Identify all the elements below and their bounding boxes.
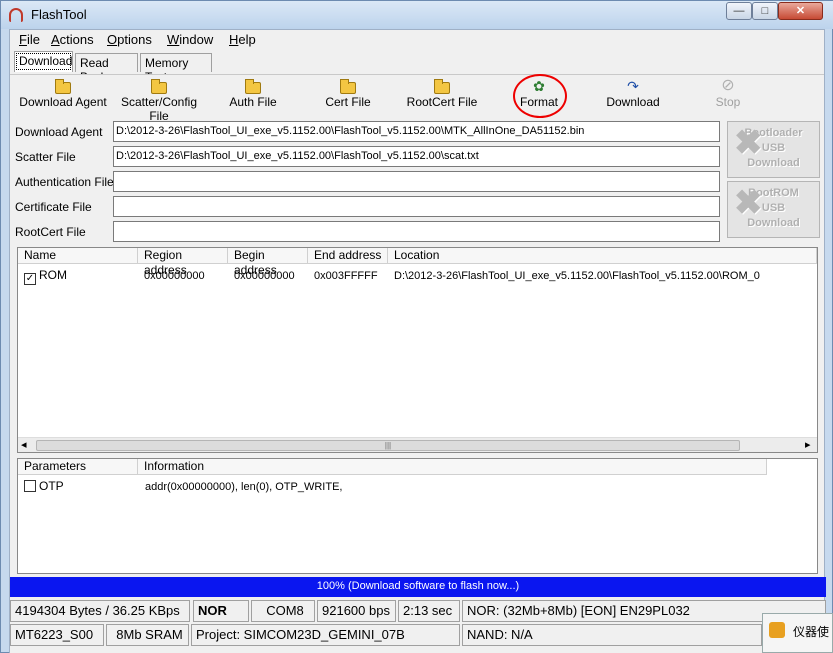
tab-strip: Download Read Back Memory Test	[10, 51, 824, 84]
cross-icon: ✖	[734, 124, 763, 162]
column-header-information[interactable]: Information	[138, 459, 767, 475]
certificate-file-label: Certificate File	[15, 200, 92, 214]
download-agent-button[interactable]: Download Agent	[18, 77, 108, 117]
parameters-table: Parameters Information OTP addr(0x000000…	[17, 458, 818, 574]
column-header-parameters[interactable]: Parameters	[18, 459, 138, 475]
app-icon	[9, 8, 23, 22]
rootcert-file-field[interactable]	[113, 221, 720, 242]
nand-info: NAND: N/A	[462, 624, 762, 646]
refresh-arrow-icon: ↷	[627, 78, 639, 94]
tab-download[interactable]: Download	[14, 51, 73, 72]
otp-checkbox[interactable]	[24, 480, 36, 492]
rootcert-file-label: RootCert File	[15, 225, 86, 239]
window-title: FlashTool	[31, 7, 87, 22]
folder-open-icon	[245, 79, 261, 94]
popup-text: 仪器使	[793, 625, 830, 639]
column-header-end-address[interactable]: End address	[308, 248, 388, 264]
region-name: ROM	[39, 268, 67, 282]
chip-name: MT6223_S00	[10, 624, 104, 646]
menu-file[interactable]: File	[19, 32, 40, 47]
menu-window[interactable]: Window	[167, 32, 213, 47]
begin-address-cell: 0x00000000	[234, 270, 295, 282]
baud-rate: 921600 bps	[317, 600, 396, 622]
close-button[interactable]: ✕	[778, 2, 823, 20]
authentication-file-label: Authentication File	[15, 175, 114, 189]
folder-open-icon	[340, 79, 356, 94]
download-agent-label: Download Agent	[15, 125, 103, 139]
flash-type: NOR	[193, 600, 249, 622]
cross-icon: ✖	[734, 184, 763, 222]
com-port: COM8	[251, 600, 315, 622]
toolbar: Download Agent Scatter/Config File Auth …	[10, 74, 824, 123]
bootloader-usb-download-button[interactable]: ✖ Bootloader USB Download	[727, 121, 820, 178]
stop-button[interactable]: ⊘ Stop	[706, 77, 750, 117]
row-checkbox[interactable]: ✓	[24, 273, 36, 285]
app-tray-icon	[769, 622, 785, 638]
param-info: addr(0x00000000), len(0), OTP_WRITE,	[145, 481, 343, 493]
format-highlight-annotation	[513, 74, 567, 118]
taskbar-popup[interactable]: 仪器使	[762, 613, 833, 653]
table-row[interactable]: ✓ ROM	[24, 268, 67, 285]
tab-read-back[interactable]: Read Back	[75, 53, 138, 84]
download-agent-field[interactable]: D:\2012-3-26\FlashTool_UI_exe_v5.1152.00…	[113, 121, 720, 142]
progress-bar: 100% (Download software to flash now...)	[10, 577, 826, 597]
certificate-file-field[interactable]	[113, 196, 720, 217]
column-header-name[interactable]: Name	[18, 248, 138, 264]
scatter-file-label: Scatter File	[15, 150, 76, 164]
param-name: OTP	[39, 479, 64, 493]
region-address-cell: 0x00000000	[144, 270, 205, 282]
transfer-rate: 4194304 Bytes / 36.25 KBps	[10, 600, 190, 622]
column-header-location[interactable]: Location	[388, 248, 817, 264]
authentication-file-field[interactable]	[113, 171, 720, 192]
client-area: File Actions Options Window Help Downloa…	[9, 29, 826, 653]
minimize-button[interactable]: —	[726, 2, 752, 20]
menu-options[interactable]: Options	[107, 32, 152, 47]
folder-open-icon	[55, 79, 71, 94]
scroll-right-icon[interactable]: ▸	[805, 438, 811, 451]
folder-open-icon	[434, 79, 450, 94]
end-address-cell: 0x003FFFFF	[314, 270, 378, 282]
menu-help[interactable]: Help	[229, 32, 256, 47]
scatter-file-field[interactable]: D:\2012-3-26\FlashTool_UI_exe_v5.1152.00…	[113, 146, 720, 167]
region-table: Name Region address Begin address End ad…	[17, 247, 818, 453]
horizontal-scrollbar[interactable]: ◂ ||| ▸	[18, 437, 817, 452]
rootcert-file-button[interactable]: RootCert File	[406, 77, 478, 117]
sram-info: 8Mb SRAM	[106, 624, 189, 646]
column-header-region-address[interactable]: Region address	[138, 248, 228, 277]
scatter-config-button[interactable]: Scatter/Config File	[111, 77, 207, 123]
download-button[interactable]: ↷ Download	[600, 77, 666, 117]
menu-bar: File Actions Options Window Help	[10, 30, 824, 50]
title-bar[interactable]: FlashTool — □ ✕	[1, 1, 833, 29]
tab-memory-test[interactable]: Memory Test	[140, 53, 212, 84]
table-row[interactable]: OTP	[24, 479, 64, 494]
bootrom-usb-download-button[interactable]: ✖ BootROM USB Download	[727, 181, 820, 238]
project-name: Project: SIMCOM23D_GEMINI_07B	[191, 624, 460, 646]
scroll-left-icon[interactable]: ◂	[21, 438, 27, 451]
cert-file-button[interactable]: Cert File	[318, 77, 378, 117]
column-header-begin-address[interactable]: Begin address	[228, 248, 308, 277]
folder-open-icon	[151, 79, 167, 94]
elapsed-time: 2:13 sec	[398, 600, 460, 622]
auth-file-button[interactable]: Auth File	[222, 77, 284, 117]
maximize-button[interactable]: □	[752, 2, 778, 20]
flashtool-window: FlashTool — □ ✕ File Actions Options Win…	[0, 0, 833, 653]
menu-actions[interactable]: Actions	[51, 32, 94, 47]
location-cell: D:\2012-3-26\FlashTool_UI_exe_v5.1152.00…	[394, 270, 760, 282]
stop-icon: ⊘	[721, 77, 735, 94]
scroll-thumb[interactable]: |||	[36, 440, 740, 451]
